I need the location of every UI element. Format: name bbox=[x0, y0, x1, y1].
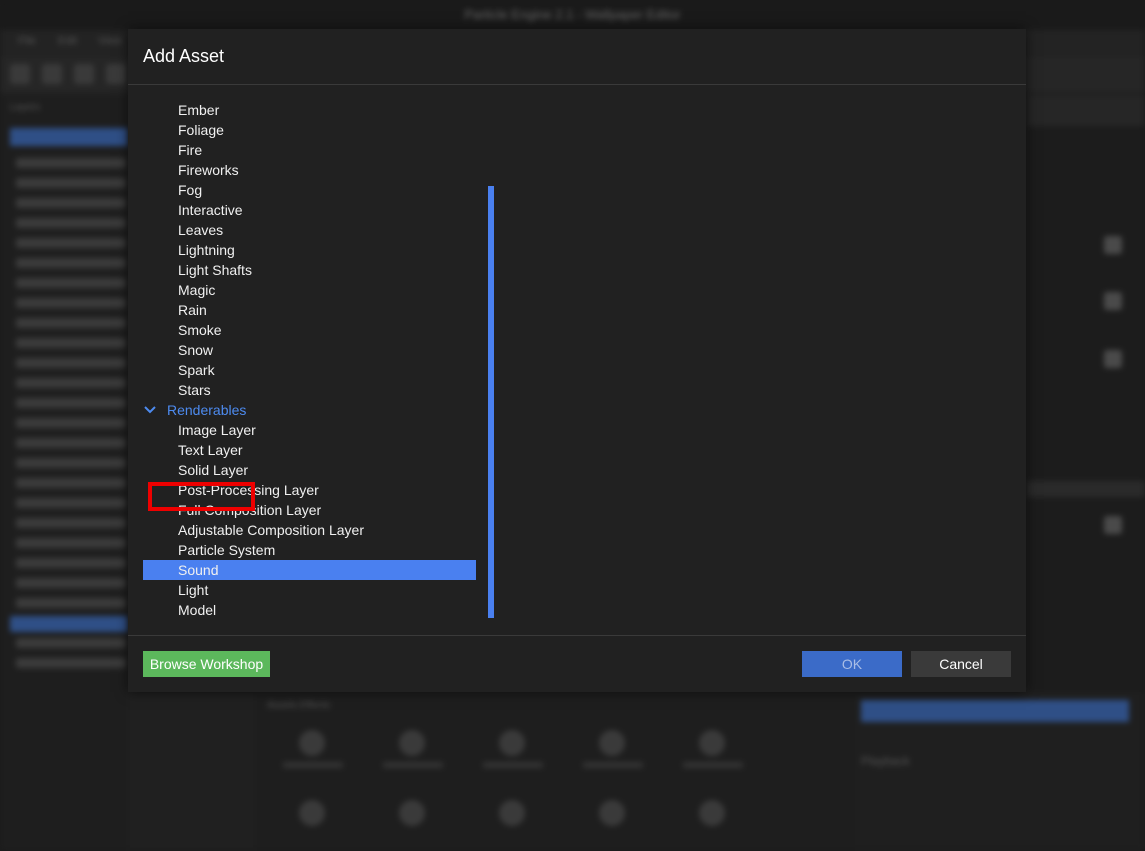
ok-button[interactable]: OK bbox=[802, 651, 902, 677]
layer-row[interactable] bbox=[16, 278, 126, 288]
asset-tree: Ember Foliage Fire Fireworks Fog Interactive L… bbox=[128, 100, 488, 630]
layer-row[interactable] bbox=[16, 438, 126, 448]
layer-row[interactable] bbox=[16, 338, 126, 348]
asset-thumbnail-icon[interactable] bbox=[599, 800, 625, 826]
tree-item-leaves[interactable]: Leaves bbox=[178, 220, 223, 240]
menu-view[interactable]: View bbox=[98, 35, 122, 47]
tree-item-fog[interactable]: Fog bbox=[178, 180, 202, 200]
layer-row[interactable] bbox=[16, 498, 126, 508]
tree-item-light[interactable]: Light bbox=[178, 580, 208, 600]
tree-item-spark[interactable]: Spark bbox=[178, 360, 215, 380]
layer-row[interactable] bbox=[16, 578, 126, 588]
asset-thumbnail-icon[interactable] bbox=[299, 800, 325, 826]
asset-thumbnail-icon[interactable] bbox=[699, 800, 725, 826]
layer-row[interactable] bbox=[16, 398, 126, 408]
layer-row[interactable] bbox=[16, 558, 126, 568]
select-tool-icon[interactable] bbox=[10, 64, 30, 84]
asset-thumbnail-icon[interactable] bbox=[299, 730, 325, 756]
asset-thumbnail-icon[interactable] bbox=[599, 730, 625, 756]
menu-edit[interactable]: Edit bbox=[58, 35, 77, 47]
asset-label bbox=[583, 762, 643, 768]
property-toggle[interactable] bbox=[1104, 350, 1122, 368]
menu-file[interactable]: File bbox=[18, 35, 36, 47]
asset-thumbnail-icon[interactable] bbox=[699, 730, 725, 756]
layers-tab[interactable]: Layers bbox=[10, 102, 40, 113]
move-tool-icon[interactable] bbox=[42, 64, 62, 84]
tree-category-renderables[interactable]: Renderables bbox=[167, 400, 246, 420]
tree-item-magic[interactable]: Magic bbox=[178, 280, 215, 300]
cancel-button[interactable]: Cancel bbox=[911, 651, 1011, 677]
layer-row[interactable] bbox=[16, 518, 126, 528]
chevron-down-icon[interactable] bbox=[144, 400, 156, 420]
tree-item-fire[interactable]: Fire bbox=[178, 140, 202, 160]
tree-item-rain[interactable]: Rain bbox=[178, 300, 207, 320]
playback-panel: Playback bbox=[855, 692, 1145, 851]
layer-row[interactable] bbox=[16, 538, 126, 548]
asset-label bbox=[683, 762, 743, 768]
property-toggle[interactable] bbox=[1104, 516, 1122, 534]
divider bbox=[128, 635, 1026, 636]
tree-item-adjustable-composition-layer[interactable]: Adjustable Composition Layer bbox=[178, 520, 364, 540]
tree-item-solid-layer[interactable]: Solid Layer bbox=[178, 460, 248, 480]
asset-thumbnail-icon[interactable] bbox=[499, 800, 525, 826]
scale-tool-icon[interactable] bbox=[106, 64, 126, 84]
add-asset-dialog: Add Asset Ember Foliage Fire Fireworks Fog In… bbox=[128, 29, 1026, 692]
layer-row[interactable] bbox=[16, 638, 126, 648]
tree-item-image-layer[interactable]: Image Layer bbox=[178, 420, 256, 440]
layers-panel: Layers bbox=[0, 96, 128, 851]
divider bbox=[128, 84, 1026, 85]
layers-header bbox=[10, 128, 128, 146]
tree-item-stars[interactable]: Stars bbox=[178, 380, 211, 400]
properties-header bbox=[1026, 96, 1145, 126]
asset-browser: Assets Effects bbox=[255, 692, 855, 851]
asset-label bbox=[483, 762, 543, 768]
window-title: Particle Engine 2.1 - Wallpaper Editor bbox=[0, 0, 1145, 30]
tree-item-light-shafts[interactable]: Light Shafts bbox=[178, 260, 252, 280]
tree-item-foliage[interactable]: Foliage bbox=[178, 120, 224, 140]
layer-row-selected[interactable] bbox=[10, 616, 128, 632]
asset-thumbnail-icon[interactable] bbox=[399, 730, 425, 756]
tree-item-fireworks[interactable]: Fireworks bbox=[178, 160, 239, 180]
annotation-highlight-box bbox=[148, 482, 255, 511]
asset-thumbnail-icon[interactable] bbox=[399, 800, 425, 826]
layer-row[interactable] bbox=[16, 178, 126, 188]
tree-item-snow[interactable]: Snow bbox=[178, 340, 213, 360]
tree-scrollbar[interactable] bbox=[488, 186, 494, 618]
tree-item-sound[interactable]: Sound bbox=[178, 560, 218, 580]
asset-label bbox=[383, 762, 443, 768]
layer-row[interactable] bbox=[16, 418, 126, 428]
playback-button[interactable] bbox=[861, 700, 1129, 722]
layer-row[interactable] bbox=[16, 218, 126, 228]
dialog-title: Add Asset bbox=[143, 46, 225, 66]
property-toggle[interactable] bbox=[1104, 236, 1122, 254]
layer-row[interactable] bbox=[16, 378, 126, 388]
asset-label bbox=[283, 762, 343, 768]
tree-item-text-layer[interactable]: Text Layer bbox=[178, 440, 243, 460]
tree-item-ember[interactable]: Ember bbox=[178, 100, 219, 120]
layer-row[interactable] bbox=[16, 358, 126, 368]
layer-row[interactable] bbox=[16, 158, 126, 168]
layer-row[interactable] bbox=[16, 658, 126, 668]
layer-row[interactable] bbox=[16, 458, 126, 468]
asset-browser-tabs[interactable]: Assets Effects bbox=[267, 700, 330, 711]
layer-row[interactable] bbox=[16, 298, 126, 308]
browse-workshop-button[interactable]: Browse Workshop bbox=[143, 651, 270, 677]
tree-item-interactive[interactable]: Interactive bbox=[178, 200, 243, 220]
property-toggle[interactable] bbox=[1104, 292, 1122, 310]
layer-row[interactable] bbox=[16, 198, 126, 208]
rotate-tool-icon[interactable] bbox=[74, 64, 94, 84]
tree-item-particle-system[interactable]: Particle System bbox=[178, 540, 275, 560]
layer-row[interactable] bbox=[16, 598, 126, 608]
tree-item-lightning[interactable]: Lightning bbox=[178, 240, 235, 260]
layer-row[interactable] bbox=[16, 258, 126, 268]
asset-thumbnail-icon[interactable] bbox=[499, 730, 525, 756]
layer-row[interactable] bbox=[16, 478, 126, 488]
playback-label: Playback bbox=[861, 754, 910, 768]
tree-item-model[interactable]: Model bbox=[178, 600, 216, 620]
tree-item-smoke[interactable]: Smoke bbox=[178, 320, 222, 340]
layer-row[interactable] bbox=[16, 318, 126, 328]
layer-row[interactable] bbox=[16, 238, 126, 248]
property-bar bbox=[1026, 481, 1145, 497]
